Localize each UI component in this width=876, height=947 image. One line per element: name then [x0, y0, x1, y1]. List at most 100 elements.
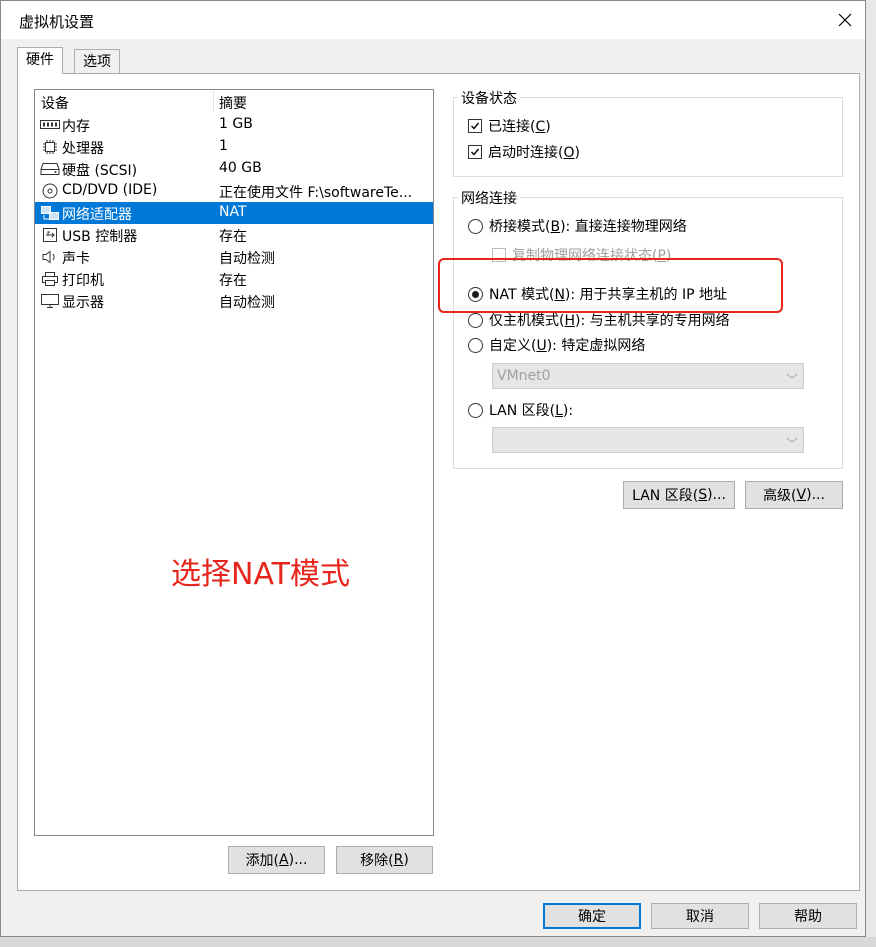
add-button-label: 添加(	[245, 853, 280, 869]
radio-label: 桥接模式(B): 直接连接物理网络	[489, 219, 687, 235]
checkbox-box	[468, 145, 482, 159]
network-adapter-icon	[40, 205, 60, 221]
cpu-icon	[40, 139, 60, 155]
checkbox-label: 复制物理网络连接状态(P)	[512, 248, 672, 264]
device-row-sound[interactable]: 声卡 自动检测	[35, 246, 433, 268]
memory-icon	[40, 117, 60, 133]
device-name: USB 控制器	[62, 229, 138, 245]
device-name: 声卡	[62, 251, 90, 267]
radio-circle	[468, 337, 483, 353]
printer-icon	[40, 271, 60, 287]
radio-circle	[468, 312, 483, 328]
tab-options-label: 选项	[83, 54, 111, 70]
custom-network-radio[interactable]: 自定义(U): 特定虚拟网络	[468, 335, 645, 355]
device-name: 硬盘 (SCSI)	[62, 163, 138, 179]
remove-device-button[interactable]: 移除(R)	[336, 846, 433, 874]
custom-network-select[interactable]: VMnet0	[492, 363, 804, 389]
column-separator[interactable]	[213, 90, 214, 112]
device-summary: 自动检测	[219, 295, 275, 311]
ok-button[interactable]: 确定	[543, 903, 641, 929]
device-name: 显示器	[62, 295, 104, 311]
checkmark-icon	[471, 148, 480, 156]
tab-hardware[interactable]: 硬件	[17, 47, 63, 74]
device-row-network-adapter[interactable]: 网络适配器 NAT	[35, 202, 433, 224]
connected-checkbox[interactable]: 已连接(C)	[468, 116, 551, 136]
lan-segments-button-accel: S	[698, 487, 708, 503]
device-row-printer[interactable]: 打印机 存在	[35, 268, 433, 290]
lan-segment-select[interactable]	[492, 427, 804, 453]
radio-label: NAT 模式(N): 用于共享主机的 IP 地址	[489, 287, 728, 303]
device-row-memory[interactable]: 内存 1 GB	[35, 114, 433, 136]
column-header-device[interactable]: 设备	[41, 93, 69, 113]
ok-button-label: 确定	[578, 909, 606, 925]
checkbox-box	[492, 248, 506, 262]
radio-circle	[468, 218, 483, 234]
custom-network-select-value: VMnet0	[497, 368, 551, 384]
replicate-physical-state-checkbox[interactable]: 复制物理网络连接状态(P)	[492, 245, 671, 265]
device-status-title: 设备状态	[458, 88, 520, 108]
help-button[interactable]: 帮助	[759, 903, 857, 929]
device-summary: 40 GB	[219, 160, 262, 176]
nat-mode-radio[interactable]: NAT 模式(N): 用于共享主机的 IP 地址	[468, 284, 727, 304]
column-header-summary[interactable]: 摘要	[219, 93, 247, 113]
harddisk-icon	[40, 161, 60, 177]
lan-segments-button-label: LAN 区段(	[632, 488, 699, 504]
speaker-icon	[40, 249, 60, 265]
host-only-mode-radio[interactable]: 仅主机模式(H): 与主机共享的专用网络	[468, 310, 730, 330]
connect-at-power-on-checkbox[interactable]: 启动时连接(O)	[468, 142, 580, 162]
lan-segments-button-label-end: )...	[707, 487, 726, 503]
add-device-button[interactable]: 添加(A)...	[228, 846, 325, 874]
background-app-edge-bottom	[0, 937, 876, 947]
close-button[interactable]	[829, 5, 861, 35]
device-summary: NAT	[219, 204, 247, 220]
device-name: CD/DVD (IDE)	[62, 182, 158, 198]
radio-label: LAN 区段(L):	[489, 403, 574, 419]
lan-segment-radio[interactable]: LAN 区段(L):	[468, 400, 573, 420]
device-row-display[interactable]: 显示器 自动检测	[35, 290, 433, 312]
bridged-mode-radio[interactable]: 桥接模式(B): 直接连接物理网络	[468, 216, 687, 236]
device-list[interactable]: 设备 摘要 内存 1 GB 处理器 1 硬盘 (SCSI) 40 GB CD/D…	[34, 89, 434, 836]
window-title: 虚拟机设置	[19, 13, 95, 31]
radio-selected-dot	[472, 290, 479, 298]
advanced-button-label-end: )...	[806, 487, 825, 503]
checkbox-label: 启动时连接(O)	[488, 145, 580, 161]
device-row-harddisk[interactable]: 硬盘 (SCSI) 40 GB	[35, 158, 433, 180]
advanced-button-accel: V	[796, 487, 807, 503]
tab-hardware-label: 硬件	[26, 52, 54, 68]
add-button-label-end: )...	[288, 852, 308, 868]
device-summary: 存在	[219, 273, 247, 289]
checkbox-label: 已连接(C)	[488, 119, 551, 135]
advanced-button-label: 高级(	[763, 488, 797, 504]
background-app-edge-right	[866, 0, 876, 947]
help-button-label: 帮助	[794, 909, 822, 925]
tab-options[interactable]: 选项	[74, 49, 120, 73]
device-status-group	[453, 97, 843, 177]
checkmark-icon	[471, 122, 480, 130]
chevron-down-icon	[786, 437, 798, 443]
device-summary: 自动检测	[219, 251, 275, 267]
device-row-processor[interactable]: 处理器 1	[35, 136, 433, 158]
cancel-button-label: 取消	[686, 909, 714, 925]
radio-circle	[468, 286, 483, 302]
device-row-usb[interactable]: USB 控制器 存在	[35, 224, 433, 246]
advanced-button[interactable]: 高级(V)...	[745, 481, 843, 509]
device-summary: 1 GB	[219, 116, 253, 132]
cancel-button[interactable]: 取消	[651, 903, 749, 929]
add-button-accel: A	[279, 852, 289, 868]
device-row-cddvd[interactable]: CD/DVD (IDE) 正在使用文件 F:\softwareTe...	[35, 180, 433, 202]
radio-label: 仅主机模式(H): 与主机共享的专用网络	[489, 313, 730, 329]
vm-settings-dialog: 虚拟机设置 硬件 选项 设备 摘要 内存 1 GB 处理器 1 硬盘 (SCSI…	[0, 0, 866, 937]
remove-button-label-end: )	[403, 852, 409, 868]
usb-icon	[40, 227, 60, 243]
radio-label: 自定义(U): 特定虚拟网络	[489, 338, 646, 354]
close-icon	[838, 13, 852, 27]
device-name: 内存	[62, 119, 90, 135]
remove-button-label: 移除(	[360, 853, 394, 869]
device-name: 网络适配器	[62, 207, 132, 223]
cdrom-icon	[40, 183, 60, 199]
device-name: 打印机	[62, 273, 104, 289]
chevron-down-icon	[786, 373, 798, 379]
title-bar: 虚拟机设置	[1, 1, 865, 39]
lan-segments-button[interactable]: LAN 区段(S)...	[623, 481, 735, 509]
checkbox-box	[468, 119, 482, 133]
